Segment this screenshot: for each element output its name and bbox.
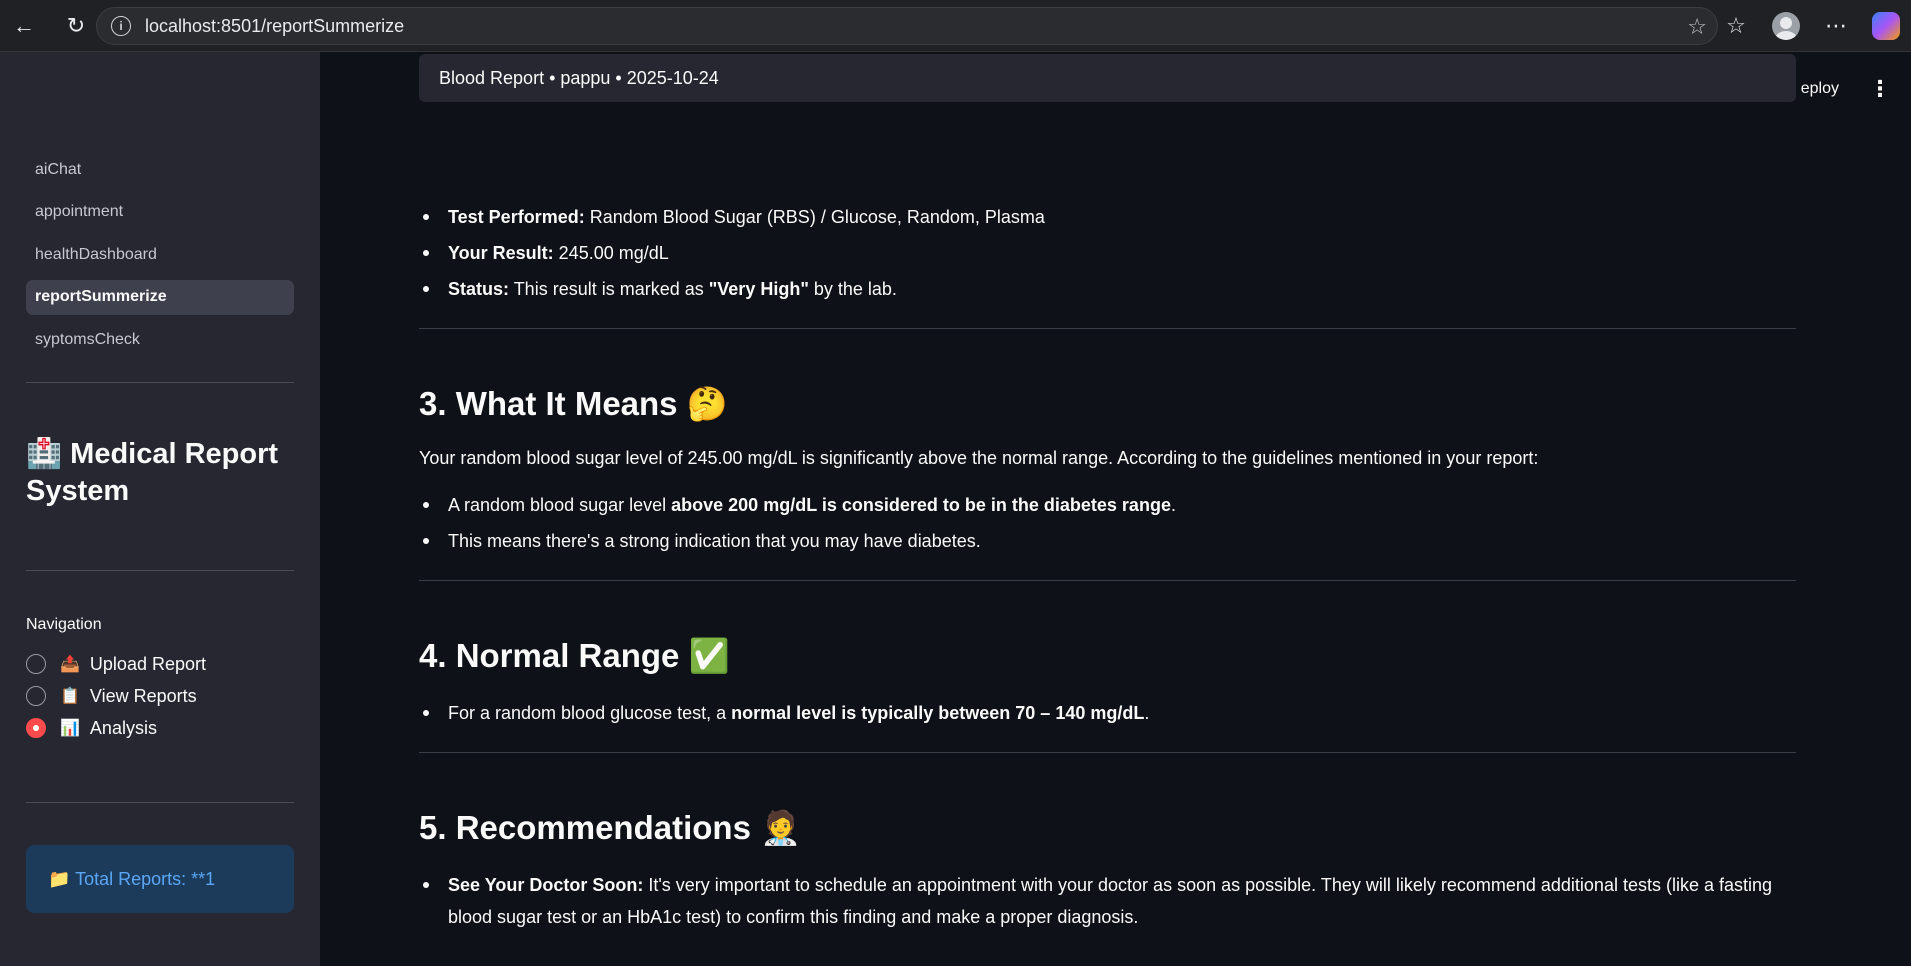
radio-view-reports[interactable]: 📋 View Reports: [26, 680, 206, 712]
nav-link-reportsummerize[interactable]: reportSummerize: [26, 279, 294, 315]
list-item: This means there's a strong indication t…: [419, 525, 1796, 557]
list-item: For a random blood glucose test, a norma…: [419, 697, 1796, 729]
back-icon[interactable]: ←: [4, 6, 44, 46]
sidebar: aiChat appointment healthDashboard repor…: [0, 52, 320, 966]
list-item: A random blood sugar level above 200 mg/…: [419, 489, 1796, 521]
list-item: See Your Doctor Soon: It's very importan…: [419, 869, 1796, 933]
favorites-icon[interactable]: ☆: [1715, 5, 1757, 47]
upload-icon: 📤: [60, 656, 80, 673]
chart-icon: 📊: [60, 720, 80, 737]
browser-toolbar: ← ↻ i localhost:8501/reportSummerize ☆ ☆…: [0, 0, 1911, 52]
radio-analysis[interactable]: 📊 Analysis: [26, 712, 206, 744]
list-item: Status: This result is marked as "Very H…: [419, 273, 1796, 305]
clipboard-icon: 📋: [60, 688, 80, 705]
star-icon[interactable]: ☆: [1687, 14, 1707, 40]
app-toolbar: eploy ⋮: [1801, 76, 1891, 102]
deploy-button[interactable]: eploy: [1801, 80, 1839, 98]
section-list: For a random blood glucose test, a norma…: [419, 697, 1796, 729]
list-item: Test Performed: Random Blood Sugar (RBS)…: [419, 201, 1796, 233]
nav-link-appointment[interactable]: appointment: [26, 195, 294, 230]
section-list: See Your Doctor Soon: It's very importan…: [419, 869, 1796, 933]
radio-label: View Reports: [89, 685, 197, 706]
radio-button[interactable]: [26, 686, 46, 706]
navigation-radio-group: 📤 Upload Report 📋 View Reports 📊 Analysi…: [26, 648, 206, 744]
profile-icon[interactable]: [1765, 5, 1807, 47]
nav-link-healthdashboard[interactable]: healthDashboard: [26, 237, 294, 272]
section-paragraph: Your random blood sugar level of 245.00 …: [419, 448, 1539, 468]
sidebar-divider: [26, 802, 294, 803]
radio-upload-report[interactable]: 📤 Upload Report: [26, 648, 206, 680]
radio-button[interactable]: [26, 654, 46, 674]
section-divider: [419, 580, 1796, 581]
section-heading: 4. Normal Range ✅: [419, 637, 730, 674]
nav-link-syptomscheck[interactable]: syptomsCheck: [26, 322, 294, 357]
site-info-icon[interactable]: i: [111, 16, 131, 36]
more-icon[interactable]: ⋯: [1815, 5, 1857, 47]
address-bar[interactable]: i localhost:8501/reportSummerize ☆: [96, 7, 1718, 45]
total-reports-info: 📁 Total Reports: **1: [26, 845, 294, 913]
reload-icon[interactable]: ↻: [56, 6, 96, 46]
report-header: Blood Report • pappu • 2025-10-24: [419, 54, 1796, 102]
report-summary: Test Performed: Random Blood Sugar (RBS)…: [419, 148, 1796, 937]
system-title: 🏥 Medical Report System: [26, 438, 279, 507]
url-text: localhost:8501/reportSummerize: [145, 15, 405, 36]
main-content: eploy ⋮ Blood Report • pappu • 2025-10-2…: [320, 52, 1911, 966]
radio-button-selected[interactable]: [26, 718, 46, 738]
sidebar-divider: [26, 570, 294, 571]
list-item: Your Result: 245.00 mg/dL: [419, 237, 1796, 269]
section-divider: [419, 328, 1796, 329]
page-nav: aiChat appointment healthDashboard repor…: [26, 152, 294, 365]
section-list: A random blood sugar level above 200 mg/…: [419, 489, 1796, 557]
navigation-label: Navigation: [26, 616, 102, 633]
main-menu-icon[interactable]: ⋮: [1869, 76, 1891, 102]
section-divider: [419, 752, 1796, 753]
section-heading: 3. What It Means 🤔: [419, 385, 728, 422]
section-heading: 5. Recommendations 🧑‍⚕️: [419, 809, 802, 846]
sidebar-divider: [26, 382, 294, 383]
nav-link-aichat[interactable]: aiChat: [26, 152, 294, 187]
radio-label: Analysis: [89, 717, 157, 738]
copilot-icon[interactable]: [1865, 5, 1907, 47]
radio-label: Upload Report: [89, 653, 206, 674]
results-list: Test Performed: Random Blood Sugar (RBS)…: [419, 201, 1796, 305]
